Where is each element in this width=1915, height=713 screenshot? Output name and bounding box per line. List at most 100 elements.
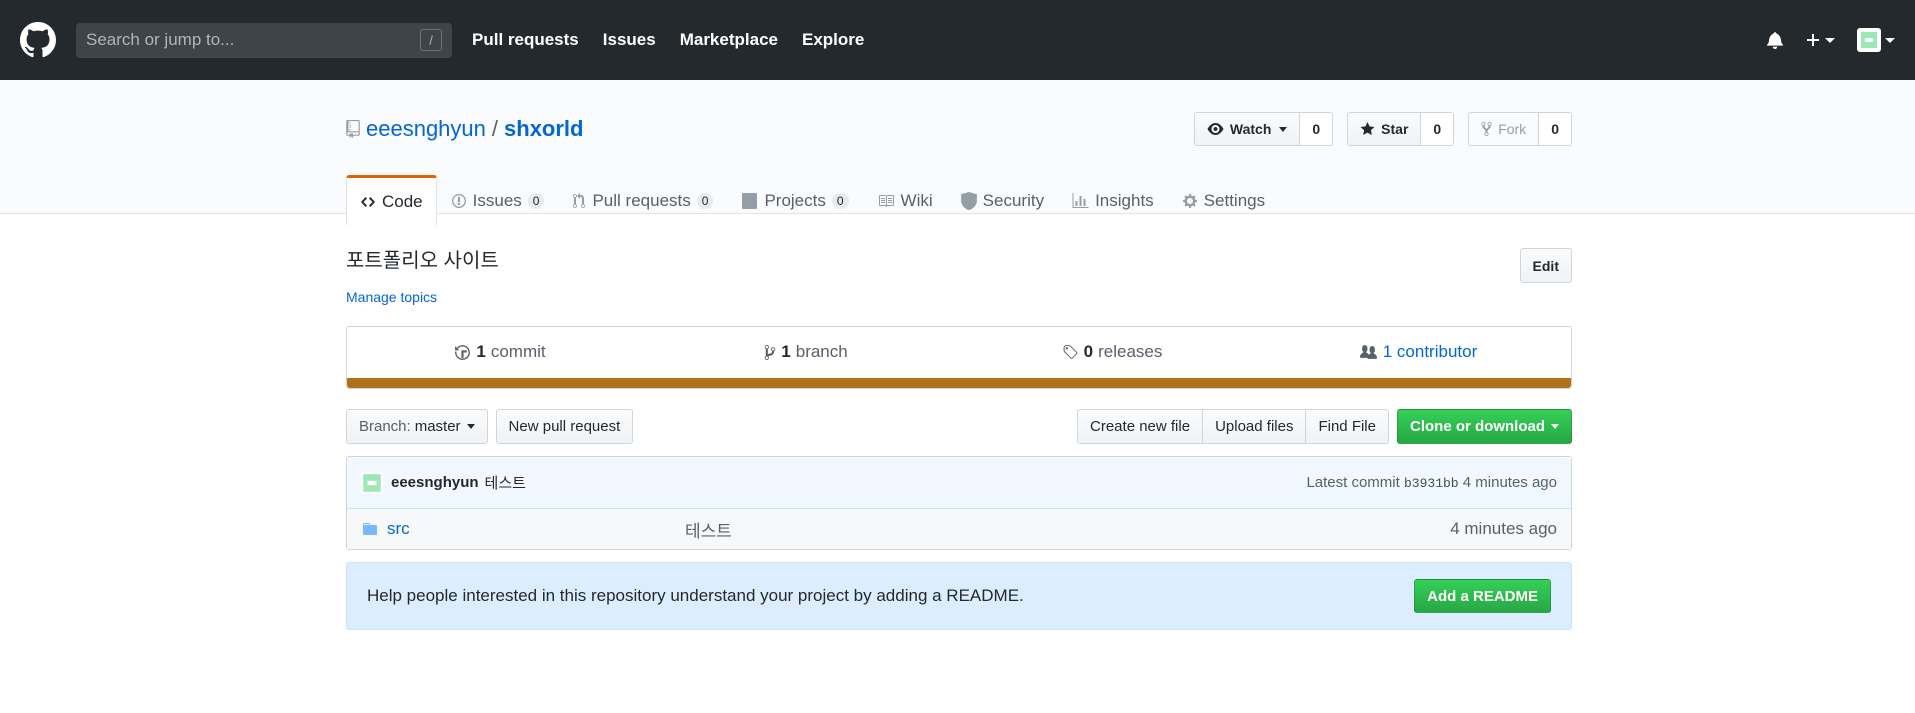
commit-message-link[interactable]: 테스트: [485, 472, 526, 493]
tab-pull-requests[interactable]: Pull requests 0: [558, 176, 727, 224]
branches-link[interactable]: 1 branch: [653, 342, 959, 362]
code-icon: [361, 196, 375, 207]
watch-label: Watch: [1229, 121, 1272, 137]
git-branch-icon: [764, 344, 776, 360]
chevron-down-icon: [1551, 424, 1559, 429]
tab-projects-label: Projects: [764, 190, 826, 210]
author-avatar[interactable]: [361, 471, 383, 494]
global-header: Search or jump to... / Pull requests Iss…: [0, 0, 1915, 80]
nav-pull-requests[interactable]: Pull requests: [472, 30, 579, 50]
readme-prompt-text: Help people interested in this repositor…: [367, 586, 1024, 605]
find-file-button[interactable]: Find File: [1306, 409, 1389, 444]
create-new-menu[interactable]: [1805, 32, 1835, 48]
commit-age: 4 minutes ago: [1462, 474, 1557, 491]
tab-issues[interactable]: Issues 0: [437, 176, 559, 224]
graph-icon: [1072, 192, 1089, 208]
add-readme-button[interactable]: Add a README: [1414, 579, 1551, 613]
watch-count[interactable]: 0: [1300, 112, 1334, 146]
edit-description-button[interactable]: Edit: [1519, 248, 1572, 283]
folder-icon: [363, 523, 377, 535]
tag-icon: [1063, 344, 1078, 359]
file-name-link[interactable]: src: [387, 519, 410, 539]
releases-label: releases: [1098, 342, 1163, 361]
commits-label: commit: [490, 342, 546, 361]
repo-owner-link[interactable]: eeesnghyun: [366, 116, 486, 142]
gear-icon: [1182, 193, 1197, 208]
star-label: Star: [1381, 121, 1409, 137]
search-shortcut-key: /: [420, 29, 442, 51]
repo-nav: Code Issues 0 Pull requests 0 Projects 0…: [346, 175, 1572, 225]
commit-author-link[interactable]: eeesnghyun: [391, 474, 479, 491]
git-pull-request-icon: [573, 192, 586, 208]
fork-icon: [1481, 121, 1492, 136]
branches-count: 1: [781, 342, 791, 361]
commits-link[interactable]: 1 commit: [347, 342, 653, 362]
repo-actions: Watch 0 Star 0 Fork 0: [1193, 112, 1572, 146]
tab-security[interactable]: Security: [947, 176, 1058, 224]
search-placeholder: Search or jump to...: [86, 30, 235, 49]
nav-explore[interactable]: Explore: [802, 30, 864, 50]
repo-name-link[interactable]: shxorld: [504, 116, 583, 142]
book-icon: [878, 194, 894, 207]
commit-sha-link[interactable]: b3931bb: [1404, 476, 1459, 491]
shield-icon: [960, 191, 977, 210]
star-button[interactable]: Star: [1347, 112, 1422, 146]
branch-name: master: [414, 418, 461, 435]
nav-issues[interactable]: Issues: [603, 30, 656, 50]
file-actions-group: Create new file Upload files Find File: [1077, 409, 1389, 444]
top-nav: Pull requests Issues Marketplace Explore: [472, 30, 864, 50]
bell-icon[interactable]: [1767, 31, 1783, 49]
watch-button[interactable]: Watch: [1193, 112, 1301, 146]
tab-issues-counter: 0: [527, 192, 545, 209]
latest-commit-info: Latest commit b3931bb 4 minutes ago: [1306, 474, 1557, 491]
file-age: 4 minutes ago: [1450, 519, 1557, 538]
repo-title: eeesnghyun / shxorld: [346, 116, 583, 142]
repo-content: 포트폴리오 사이트 Edit Manage topics 1 commit 1 …: [346, 244, 1572, 630]
search-input[interactable]: Search or jump to... /: [76, 22, 452, 58]
organization-icon: [1359, 344, 1377, 359]
manage-topics-link[interactable]: Manage topics: [346, 289, 1572, 305]
upload-files-button[interactable]: Upload files: [1203, 409, 1307, 444]
tab-code-label: Code: [382, 191, 423, 211]
chevron-down-icon: [1279, 126, 1288, 132]
tab-projects-counter: 0: [831, 192, 849, 209]
create-new-file-button[interactable]: Create new file: [1077, 409, 1204, 444]
history-icon: [455, 344, 471, 360]
chevron-down-icon: [1885, 37, 1895, 43]
repo-separator: /: [491, 116, 499, 141]
commit-tease: eeesnghyun 테스트 Latest commit b3931bb 4 m…: [347, 457, 1571, 509]
tab-wiki[interactable]: Wiki: [863, 176, 947, 224]
star-count[interactable]: 0: [1421, 112, 1455, 146]
table-row: src 테스트 4 minutes ago: [347, 509, 1571, 549]
file-commit-message[interactable]: 테스트: [685, 517, 732, 542]
nav-marketplace[interactable]: Marketplace: [680, 30, 778, 50]
fork-count[interactable]: 0: [1539, 112, 1572, 146]
repo-header: eeesnghyun / shxorld Watch 0 Star 0 Fork…: [0, 80, 1915, 225]
commits-count: 1: [476, 342, 486, 361]
user-menu[interactable]: [1857, 28, 1895, 52]
tab-security-label: Security: [982, 190, 1045, 210]
tab-wiki-label: Wiki: [900, 190, 933, 210]
tab-code[interactable]: Code: [346, 175, 437, 225]
releases-link[interactable]: 0 releases: [959, 342, 1265, 362]
new-pull-request-button[interactable]: New pull request: [495, 409, 634, 444]
readme-prompt: Help people interested in this repositor…: [346, 562, 1572, 630]
contributors-link[interactable]: 1 contributor: [1265, 342, 1571, 362]
tab-settings[interactable]: Settings: [1168, 176, 1279, 224]
latest-commit-label: Latest commit: [1306, 474, 1400, 491]
tab-pull-requests-counter: 0: [696, 192, 714, 209]
tab-issues-label: Issues: [472, 190, 522, 210]
tab-projects[interactable]: Projects 0: [727, 176, 862, 224]
plus-icon: [1807, 34, 1819, 46]
clone-or-download-button[interactable]: Clone or download: [1397, 409, 1572, 444]
tab-insights-label: Insights: [1095, 190, 1154, 210]
branch-select-button[interactable]: Branch: master: [346, 409, 488, 444]
repo-summary: 1 commit 1 branch 0 releases 1 contribut…: [346, 326, 1572, 389]
tab-insights[interactable]: Insights: [1058, 176, 1168, 224]
branches-label: branch: [795, 342, 848, 361]
contributors-label: 1 contributor: [1382, 342, 1478, 361]
github-logo-icon[interactable]: [20, 22, 56, 58]
eye-icon: [1207, 123, 1224, 135]
fork-button[interactable]: Fork: [1468, 112, 1540, 146]
language-bar[interactable]: [347, 378, 1571, 388]
